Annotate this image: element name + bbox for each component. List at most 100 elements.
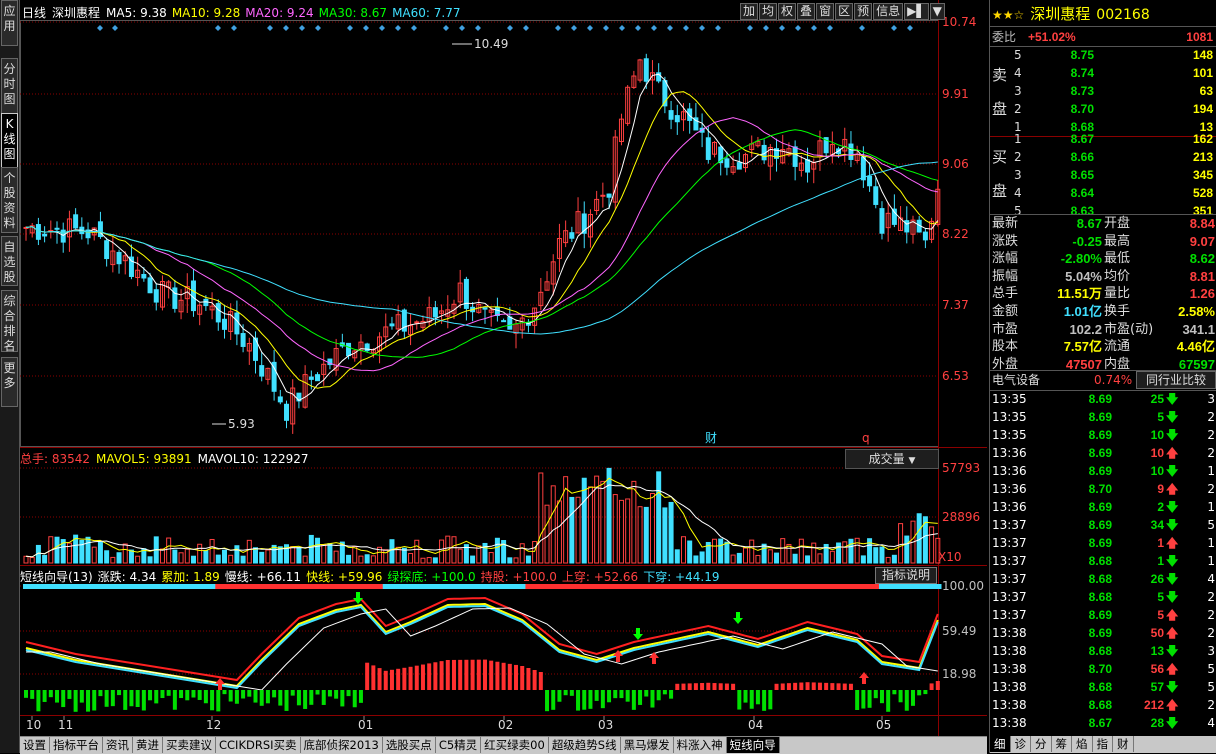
histogram-bar xyxy=(445,660,450,690)
tick-volume: 1 xyxy=(1157,536,1164,550)
ask-level-row: 2 8.70 194 xyxy=(990,100,1216,118)
tick-count: 1 xyxy=(1207,536,1215,550)
quote-tab-4[interactable]: 焰 xyxy=(1072,736,1093,752)
toolbar-button-0[interactable]: 加 xyxy=(740,3,759,20)
quote-stat-row: 总手 11.51万 量比 1.26 xyxy=(990,285,1216,302)
candle-body xyxy=(259,365,265,377)
toolbar-button-8[interactable]: ▶▌ xyxy=(904,3,929,20)
chart-canvas[interactable]: 10.74 9.91 9.06 8.22 7.37 6.53 57793 28896 X10 10… xyxy=(20,0,987,736)
diamond-marker-icon xyxy=(715,25,721,31)
ask-volume: 63 xyxy=(1199,84,1213,98)
volume-bar xyxy=(786,543,792,564)
histogram-bar xyxy=(842,683,847,690)
ma5-line xyxy=(25,73,939,402)
toolbar-button-1[interactable]: 均 xyxy=(759,3,778,20)
signal-cell xyxy=(878,584,886,589)
histogram-bar xyxy=(588,690,593,709)
diamond-marker-icon xyxy=(97,25,103,31)
mavol5-line xyxy=(25,477,938,558)
indicator-tab-2[interactable]: 资讯 xyxy=(103,737,133,753)
toolbar-button-3[interactable]: 叠 xyxy=(797,3,816,20)
toolbar-button-6[interactable]: 预 xyxy=(854,3,873,20)
toolbar-button-2[interactable]: 权 xyxy=(778,3,797,20)
trade-tick-row: 13:38 8.69 50 🡅 2 xyxy=(990,624,1216,642)
left-tab-5[interactable]: 综合排名 xyxy=(1,290,18,353)
stat-value: 1.01亿 xyxy=(1063,304,1102,319)
toolbar-button-5[interactable]: 区 xyxy=(835,3,854,20)
indicator-tab-8[interactable]: C5精灵 xyxy=(436,737,482,753)
indicator-tab-6[interactable]: 底部侦探2013 xyxy=(301,737,383,753)
toolbar-button-9[interactable]: ▼ xyxy=(929,3,945,20)
volume-bar xyxy=(730,554,736,564)
trade-tick-row: 13:38 8.67 28 🡇 4 xyxy=(990,714,1216,732)
histogram-bar xyxy=(935,681,940,690)
left-tab-4[interactable]: 自选股 xyxy=(1,236,18,286)
indicator-tab-0[interactable]: 设置 xyxy=(20,737,50,753)
tick-price: 8.70 xyxy=(1088,482,1112,496)
volume-bar xyxy=(166,537,172,564)
date-tick-label: 01 xyxy=(358,718,373,732)
trade-tick-row: 13:37 8.68 5 🡇 2 xyxy=(990,588,1216,606)
tick-volume: 25 xyxy=(1150,392,1164,406)
tick-count: 1 xyxy=(1207,500,1215,514)
ask-level: 5 xyxy=(1014,48,1022,62)
volume-bar xyxy=(668,501,674,564)
histogram-bar xyxy=(327,690,332,697)
indicator-tab-7[interactable]: 选股买点 xyxy=(383,737,436,753)
indicator-tab-1[interactable]: 指标平台 xyxy=(50,737,103,753)
kline-chart-area[interactable]: 10.74 9.91 9.06 8.22 7.37 6.53 57793 28896 X10 10… xyxy=(20,0,987,736)
quote-tab-2[interactable]: 分 xyxy=(1031,736,1052,752)
indicator-tab-12[interactable]: 料涨入神 xyxy=(674,737,727,753)
tick-volume: 56 xyxy=(1150,662,1164,676)
left-tab-3[interactable]: 个股资料 xyxy=(1,167,18,233)
diamond-marker-icon xyxy=(827,25,833,31)
diamond-marker-icon xyxy=(299,25,305,31)
quote-tab-0[interactable]: 细 xyxy=(990,736,1011,752)
histogram-bar xyxy=(514,664,519,690)
volume-bar xyxy=(135,555,141,564)
industry-compare-button[interactable]: 同行业比较 xyxy=(1136,371,1216,389)
left-tab-0[interactable]: 应用 xyxy=(1,0,18,46)
quote-tab-5[interactable]: 指 xyxy=(1093,736,1113,752)
volume-selector[interactable]: 成交量 ▼ xyxy=(845,449,939,469)
indicator-tab-3[interactable]: 黄进 xyxy=(133,737,163,753)
histogram-bar xyxy=(185,690,190,701)
signal-cell xyxy=(885,584,892,589)
signal-arrow-down-icon xyxy=(633,628,643,640)
ask-volume: 194 xyxy=(1192,102,1213,116)
volume-bar xyxy=(128,549,134,564)
histogram-bar xyxy=(117,690,122,696)
left-tab-6[interactable]: 更多 xyxy=(1,357,18,407)
trade-tick-row: 13:38 8.68 212 🡅 2 xyxy=(990,696,1216,714)
quote-tab-1[interactable]: 诊 xyxy=(1011,736,1031,752)
toolbar-button-7[interactable]: 信息 xyxy=(873,3,904,20)
diamond-marker-icon xyxy=(651,25,657,31)
tick-count: 5 xyxy=(1207,662,1215,676)
volume-bar xyxy=(190,555,196,564)
indicator-tab-9[interactable]: 红买绿卖00 xyxy=(481,737,549,753)
event-markers xyxy=(97,25,913,31)
quote-tab-6[interactable]: 财 xyxy=(1113,736,1134,752)
indicator-tab-13[interactable]: 短线向导 xyxy=(726,737,780,753)
left-tab-2[interactable]: K线图 xyxy=(1,113,18,175)
chevron-down-icon: ▼ xyxy=(908,456,916,466)
volume-bar xyxy=(532,540,538,564)
indicator-tab-4[interactable]: 买卖建议 xyxy=(163,737,216,753)
left-tab-1[interactable]: 分时图 xyxy=(1,58,18,120)
indicator-help-button[interactable]: 指标说明 xyxy=(875,567,937,584)
quote-tab-3[interactable]: 筹 xyxy=(1052,736,1072,752)
indicator-tab-11[interactable]: 黑马爆发 xyxy=(621,737,674,753)
histogram-bar xyxy=(724,683,729,690)
histogram-bar xyxy=(48,690,53,698)
histogram-bar xyxy=(898,690,903,703)
stat-value: 102.2 xyxy=(1069,321,1102,337)
toolbar-button-4[interactable]: 窗 xyxy=(816,3,835,20)
indicator-tab-10[interactable]: 超级趋势S线 xyxy=(549,737,621,753)
volume-tick-label: 28896 xyxy=(942,510,980,524)
histogram-bar xyxy=(799,682,804,690)
indicator-tab-5[interactable]: CCIKDRSI买卖 xyxy=(216,737,301,753)
histogram-bar xyxy=(30,690,35,699)
industry-name[interactable]: 电气设备 xyxy=(992,371,1040,389)
histogram-bar xyxy=(265,690,270,704)
quote-stat-row: 涨跌 -0.25 最高 9.07 xyxy=(990,233,1216,250)
